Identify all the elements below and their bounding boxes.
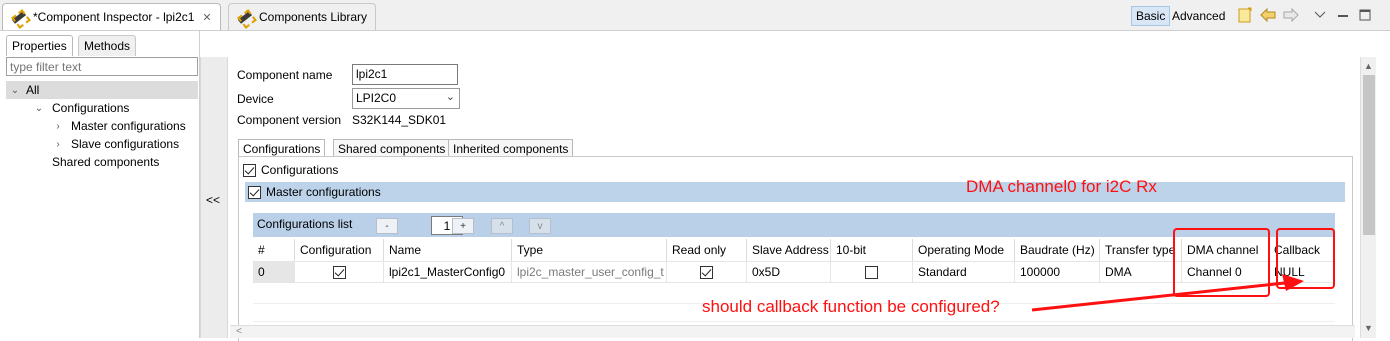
annotation-arrow (1031, 274, 1304, 312)
close-icon[interactable]: ✕ (202, 11, 211, 24)
tree-item-configurations[interactable]: ⌄ Configurations (6, 99, 198, 117)
tree-item-label: Master configurations (71, 119, 186, 133)
callback-question-annotation: should callback function be configured? (702, 297, 1000, 316)
component-inspector-icon (11, 9, 27, 25)
cell-index[interactable]: 0 (253, 261, 295, 283)
vertical-scrollbar[interactable]: ▲ ▼ (1360, 57, 1376, 338)
device-label: Device (237, 92, 274, 106)
tree-item-slave-configurations[interactable]: › Slave configurations (6, 135, 198, 153)
minimize-icon[interactable] (1334, 6, 1352, 24)
chevron-right-icon[interactable]: › (51, 139, 65, 150)
tab-component-inspector[interactable]: *Component Inspector - lpi2c1 ✕ (2, 3, 221, 30)
table-row-divider (253, 321, 1335, 322)
scroll-down-icon[interactable]: ▼ (1364, 323, 1373, 333)
col-header-name[interactable]: Name (384, 239, 512, 261)
tree-item-all[interactable]: ⌄ All (6, 81, 198, 99)
filter-input[interactable] (6, 57, 198, 76)
configuration-tree: ⌄ All ⌄ Configurations › Master configur… (6, 81, 198, 171)
configurations-list-label: Configurations list (257, 217, 353, 231)
read-only-checkbox[interactable] (700, 265, 713, 279)
tab-shared-components[interactable]: Shared components (333, 139, 451, 157)
cell-10-bit[interactable] (831, 261, 913, 283)
col-header-baudrate[interactable]: Baudrate (Hz) (1015, 239, 1100, 261)
configurations-checkbox[interactable] (243, 163, 256, 177)
cell-name[interactable]: lpi2c1_MasterConfig0 (384, 261, 512, 283)
advanced-mode-button[interactable]: Advanced (1168, 6, 1229, 26)
dma-channel-annotation: DMA channel0 for i2C Rx (966, 177, 1157, 196)
move-down-button[interactable]: v (529, 218, 551, 234)
tab-inherited-components[interactable]: Inherited components (448, 139, 574, 157)
scrollbar-thumb[interactable] (1363, 75, 1375, 235)
col-header-transfer-type[interactable]: Transfer type (1100, 239, 1182, 261)
configurations-group-label: Configurations (261, 163, 339, 177)
basic-mode-button[interactable]: Basic (1131, 6, 1171, 26)
configuration-enabled-checkbox[interactable] (332, 265, 346, 279)
move-up-button[interactable]: ^ (491, 218, 513, 234)
configurations-group: Configurations (243, 163, 338, 177)
col-header-type[interactable]: Type (512, 239, 667, 261)
col-header-slave-address[interactable]: Slave Address (747, 239, 831, 261)
tree-item-label: Shared components (52, 155, 160, 169)
component-name-input[interactable]: lpi2c1 (352, 64, 458, 85)
scroll-left-icon[interactable]: < (236, 326, 242, 337)
tree-item-shared-components[interactable]: Shared components (6, 153, 198, 171)
col-header-10-bit[interactable]: 10-bit (831, 239, 913, 261)
col-header-operating-mode[interactable]: Operating Mode (913, 239, 1015, 261)
tree-item-label: All (26, 83, 40, 97)
components-library-icon (237, 9, 253, 25)
add-item-button[interactable]: + (452, 218, 474, 234)
col-header-index[interactable]: # (253, 239, 295, 261)
chevron-down-icon: ⌄ (445, 91, 455, 103)
cell-type: lpi2c_master_user_config_t (512, 261, 667, 283)
editor-tab-bar: *Component Inspector - lpi2c1 ✕ Componen… (0, 0, 1390, 31)
cell-read-only[interactable] (667, 261, 747, 283)
col-header-read-only[interactable]: Read only (667, 239, 747, 261)
cell-configuration[interactable] (295, 261, 384, 283)
component-version-value: S32K144_SDK01 (352, 113, 447, 127)
horizontal-scrollbar[interactable]: < (230, 325, 1355, 338)
tab-label: Components Library (259, 10, 368, 24)
ten-bit-checkbox[interactable] (865, 265, 878, 279)
new-note-icon[interactable] (1236, 6, 1254, 24)
properties-panel: Properties Methods ⌄ All ⌄ Configuration… (0, 31, 200, 338)
tab-methods[interactable]: Methods (78, 35, 137, 56)
chevron-right-icon[interactable]: › (51, 121, 65, 132)
back-arrow-icon[interactable] (1259, 6, 1277, 24)
component-version-label: Component version (237, 113, 342, 127)
maximize-icon[interactable] (1356, 6, 1374, 24)
tree-item-label: Configurations (52, 101, 130, 115)
tree-item-label: Slave configurations (71, 137, 180, 151)
master-configurations-label: Master configurations (266, 185, 381, 199)
collapse-arrows-icon: << (206, 193, 221, 207)
device-value: LPI2C0 (356, 91, 397, 105)
collapse-panel-button[interactable]: << (200, 57, 228, 338)
tab-configurations[interactable]: Configurations (238, 139, 326, 157)
tab-properties[interactable]: Properties (6, 35, 73, 56)
remove-item-button[interactable]: - (376, 218, 398, 234)
scroll-up-icon[interactable]: ▲ (1364, 61, 1373, 71)
tab-label: *Component Inspector - lpi2c1 (33, 10, 195, 24)
cell-operating-mode[interactable]: Standard (913, 261, 1015, 283)
tab-components-library[interactable]: Components Library (228, 3, 377, 30)
chevron-down-icon[interactable]: ⌄ (32, 103, 46, 114)
component-name-label: Component name (237, 68, 333, 82)
col-header-configuration[interactable]: Configuration (295, 239, 384, 261)
forward-arrow-icon[interactable] (1282, 6, 1300, 24)
tree-item-master-configurations[interactable]: › Master configurations (6, 117, 198, 135)
view-menu-icon[interactable] (1311, 6, 1329, 24)
device-select[interactable]: LPI2C0 ⌄ (352, 88, 460, 109)
master-configurations-header[interactable]: Master configurations (245, 182, 1345, 202)
chevron-down-icon[interactable]: ⌄ (8, 85, 22, 96)
cell-slave-address[interactable]: 0x5D (747, 261, 831, 283)
master-configurations-checkbox[interactable] (248, 185, 261, 199)
